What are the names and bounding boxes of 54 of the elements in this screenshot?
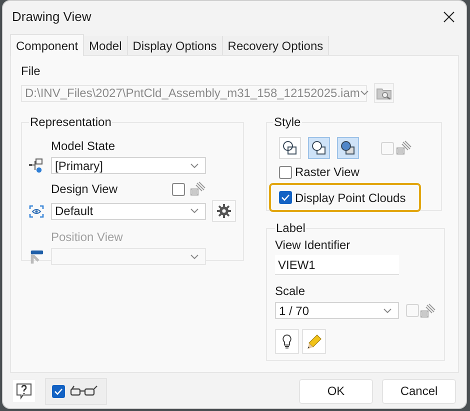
field-label: Model State bbox=[51, 140, 116, 152]
dropdown[interactable]: 1 / 70 bbox=[275, 302, 399, 319]
sphere-cube-hidden-icon bbox=[311, 140, 327, 156]
checkbox[interactable] bbox=[279, 166, 292, 178]
group-title: Representation bbox=[29, 114, 112, 131]
checkbox-label: Raster View bbox=[295, 166, 360, 178]
dialog-button[interactable]: Cancel bbox=[382, 378, 456, 404]
field-label: File bbox=[21, 65, 42, 77]
gear-icon bbox=[217, 204, 231, 218]
checkbox[interactable] bbox=[52, 384, 65, 398]
caret-icon bbox=[190, 254, 199, 260]
folder-search-icon bbox=[376, 86, 392, 100]
link-icon bbox=[396, 140, 412, 156]
tree-icon bbox=[29, 158, 44, 173]
checkbox[interactable] bbox=[279, 191, 292, 204]
field-label: Position View bbox=[51, 231, 123, 243]
bulb-icon bbox=[282, 334, 292, 349]
bulb-button[interactable] bbox=[275, 329, 299, 354]
settings-button[interactable] bbox=[212, 200, 236, 222]
checkbox-label: Display Point Clouds bbox=[295, 192, 406, 204]
link-icon bbox=[190, 181, 206, 197]
help-button[interactable] bbox=[13, 380, 35, 402]
field-label: View Identifier bbox=[275, 239, 352, 251]
check-icon bbox=[281, 194, 290, 201]
cursor-icon bbox=[29, 248, 44, 264]
caret-icon bbox=[360, 90, 369, 96]
field-label: Design View bbox=[51, 183, 118, 195]
dropdown[interactable]: [Primary] bbox=[51, 157, 206, 174]
preview-toggle[interactable] bbox=[45, 378, 107, 404]
sphere-cube-shaded-icon bbox=[340, 140, 356, 156]
close-icon[interactable] bbox=[443, 11, 455, 23]
pencil-icon bbox=[306, 334, 322, 350]
help-icon bbox=[16, 382, 32, 400]
link-icon bbox=[420, 302, 436, 318]
dialog-button[interactable]: OK bbox=[299, 378, 373, 404]
style-button[interactable] bbox=[337, 137, 359, 159]
dropdown[interactable]: Default bbox=[51, 202, 206, 220]
style-button[interactable] bbox=[279, 137, 301, 159]
glasses-icon bbox=[70, 385, 99, 397]
check-icon bbox=[54, 388, 63, 394]
caret-icon bbox=[383, 308, 392, 314]
checkbox[interactable] bbox=[172, 182, 185, 196]
eye-icon bbox=[29, 204, 44, 218]
group-title: Label bbox=[275, 220, 306, 237]
group-title: Style bbox=[273, 114, 302, 131]
browse-button[interactable] bbox=[374, 83, 394, 103]
style-button[interactable] bbox=[308, 137, 330, 159]
caret-icon bbox=[190, 208, 199, 214]
text-field[interactable]: VIEW1 bbox=[275, 255, 399, 275]
sphere-cube-outline-icon bbox=[282, 140, 298, 156]
window-title: Drawing View bbox=[12, 8, 92, 26]
tab[interactable]: Component bbox=[10, 34, 84, 56]
field-label: Scale bbox=[275, 285, 306, 297]
caret-icon bbox=[190, 162, 199, 168]
